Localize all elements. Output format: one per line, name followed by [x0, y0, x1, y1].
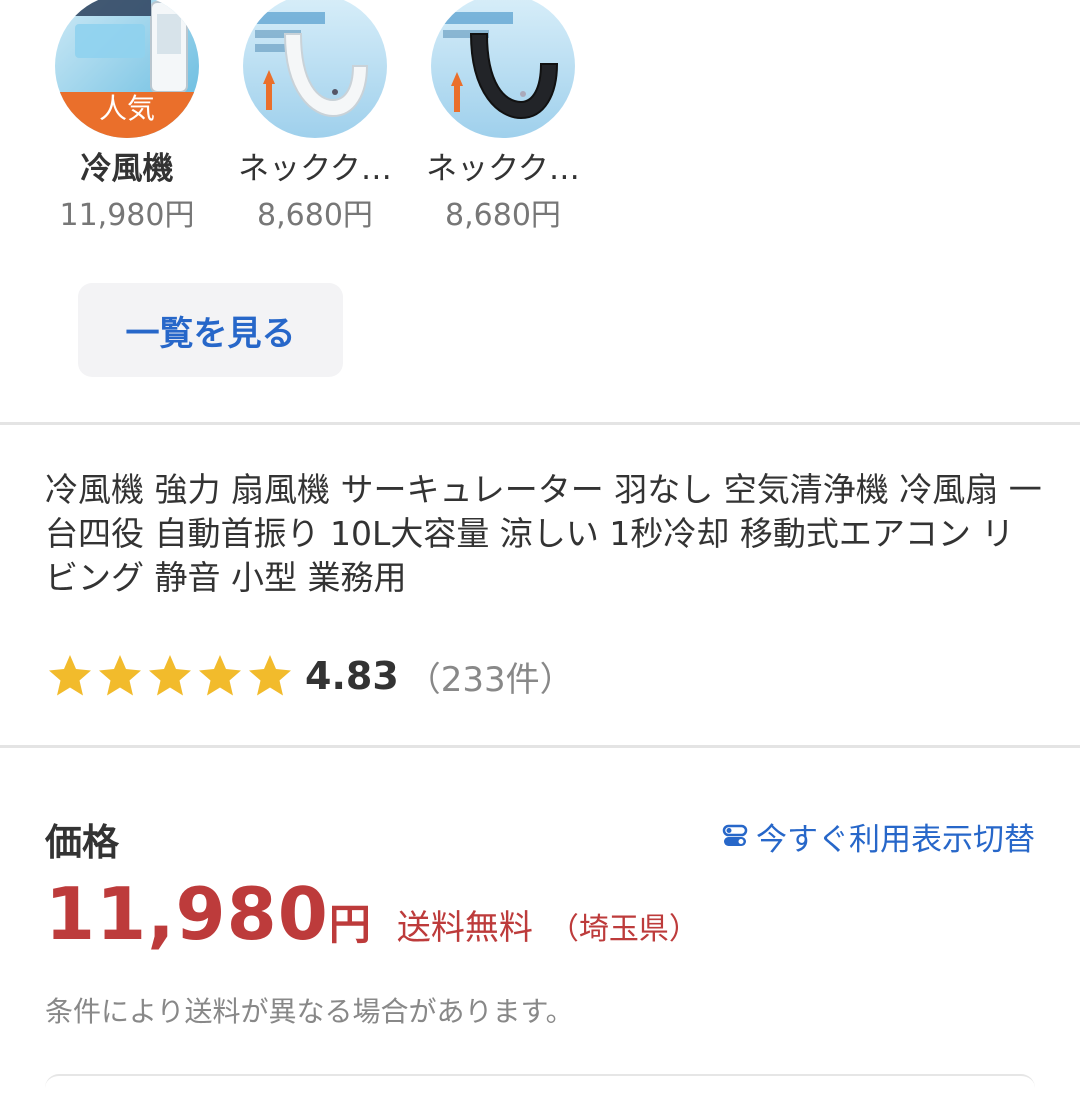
product-rating[interactable]: 4.83 （233件） [45, 648, 574, 704]
price-line: 11,980 円 送料無料 （埼玉県） [45, 872, 699, 962]
star-icon [49, 655, 91, 696]
variant-name: ネックク… [238, 151, 392, 187]
popular-badge: 人気 [98, 92, 155, 125]
price-currency: 円 [328, 900, 371, 949]
variant-thumbnail[interactable] [431, 0, 575, 138]
price-label: 価格 [45, 821, 119, 864]
white-neck-fan-product-photo [243, 0, 387, 138]
review-count[interactable]: （233件） [407, 652, 574, 701]
product-title: 冷風機 強力 扇風機 サーキュレーター 羽なし 空気清浄機 冷風扇 一台四役 自… [45, 470, 1042, 597]
black-neck-fan-product-photo [431, 0, 575, 138]
star-icon [249, 655, 291, 696]
variant-carousel: 人気 冷風機 11,980円 ネックク… 8,680円 ネックク… 8,680円 [0, 0, 1080, 250]
rating-stars [45, 651, 295, 701]
section-divider [0, 745, 1080, 748]
variant-name: 冷風機 [80, 151, 174, 187]
ship-from-location: （埼玉県） [548, 912, 699, 947]
free-shipping-label: 送料無料 [396, 908, 533, 948]
section-divider [0, 422, 1080, 425]
star-icon [149, 655, 191, 696]
price-amount: 11,980 [45, 872, 329, 956]
variant-price: 11,980円 [59, 198, 195, 233]
variant-price: 8,680円 [257, 198, 373, 233]
view-all-button[interactable]: 一覧を見る [78, 283, 343, 377]
shipping-note: 条件により送料が異なる場合があります。 [45, 995, 574, 1028]
toggle-switch-icon [722, 824, 748, 846]
star-icon [99, 655, 141, 696]
rating-score: 4.83 [305, 654, 399, 698]
variant-price: 8,680円 [445, 198, 561, 233]
variant-thumbnail[interactable]: 人気 [55, 0, 199, 138]
star-icon [199, 655, 241, 696]
next-section-edge [45, 1074, 1035, 1096]
variant-name: ネックク… [426, 151, 580, 187]
variant-thumbnail[interactable] [243, 0, 387, 138]
display-toggle-label: 今すぐ利用表示切替 [756, 821, 1035, 858]
display-toggle-link[interactable]: 今すぐ利用表示切替 [722, 811, 1035, 861]
